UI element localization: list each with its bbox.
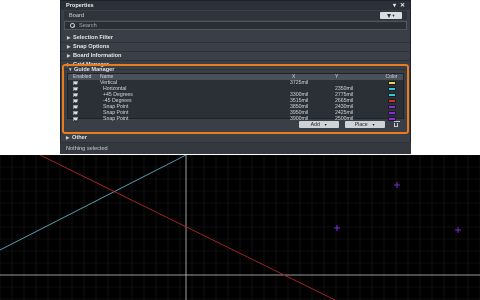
chevron-down-icon: ▼ <box>371 122 376 127</box>
enabled-cell <box>68 99 100 103</box>
color-cell <box>380 105 403 109</box>
column-header-enabled[interactable]: Enabled <box>68 74 100 80</box>
panel-title-bar: Properties ▾ ✕ <box>61 1 410 10</box>
guide-table: Enabled Name X Y Color Vertical 3725mil Ho… <box>67 73 404 122</box>
guide-manager-section: ▼ Guide Manager Enabled Name X Y Color V… <box>62 64 409 134</box>
section-board-information[interactable]: ▶ Board Information <box>61 52 410 61</box>
place-label: Place <box>354 121 368 128</box>
chevron-down-icon: ▼ <box>323 122 328 127</box>
column-header-color[interactable]: Color <box>380 74 403 80</box>
color-swatch[interactable] <box>387 93 396 97</box>
place-button[interactable]: Place ▼ <box>345 121 385 128</box>
enabled-checkbox[interactable] <box>73 93 78 97</box>
color-swatch[interactable] <box>387 99 396 103</box>
enabled-checkbox[interactable] <box>73 81 78 85</box>
guide-manager-header[interactable]: ▼ Guide Manager <box>64 66 407 73</box>
guide-y[interactable]: 2500mil <box>335 116 380 122</box>
guide-x[interactable]: 3900mil <box>290 116 335 122</box>
enabled-cell <box>68 117 100 121</box>
add-button[interactable]: Add ▼ <box>299 121 339 128</box>
color-swatch[interactable] <box>387 105 396 109</box>
funnel-icon <box>386 13 391 18</box>
search-icon <box>70 23 75 28</box>
guide-x[interactable]: 3725mil <box>290 80 335 86</box>
section-label: Guide Manager <box>74 66 115 73</box>
color-swatch[interactable] <box>387 81 396 85</box>
enabled-checkbox[interactable] <box>73 105 78 109</box>
section-selection-filter[interactable]: ▶ Selection Filter <box>61 34 410 43</box>
panel-title: Properties <box>66 2 94 9</box>
enabled-cell <box>68 111 100 115</box>
table-row[interactable]: Snap Point 3900mil 2500mil <box>68 116 403 122</box>
status-text: Nothing selected <box>66 145 108 152</box>
section-label: Board Information <box>73 53 122 59</box>
enabled-cell <box>68 81 100 85</box>
panel-close-icon[interactable]: ✕ <box>400 2 405 9</box>
panel-controls: ▾ ✕ <box>393 2 405 9</box>
column-header-y[interactable]: Y <box>335 74 380 80</box>
enabled-checkbox[interactable] <box>73 87 78 91</box>
chevron-down-icon: ▼ <box>391 13 396 18</box>
section-label: Selection Filter <box>73 35 114 41</box>
enabled-checkbox[interactable] <box>73 117 78 121</box>
enabled-cell <box>68 105 100 109</box>
search-placeholder: Search <box>79 22 97 29</box>
selection-status: Nothing selected <box>60 143 411 154</box>
color-cell <box>380 99 403 103</box>
color-swatch[interactable] <box>387 87 396 91</box>
color-swatch[interactable] <box>387 111 396 115</box>
section-label: Snap Options <box>73 44 110 50</box>
section-label: Other <box>72 135 87 141</box>
add-label: Add <box>310 121 320 128</box>
search-input[interactable]: Search <box>64 21 407 30</box>
section-snap-options[interactable]: ▶ Snap Options <box>61 43 410 52</box>
panel-menu-icon[interactable]: ▾ <box>393 2 396 9</box>
enabled-checkbox[interactable] <box>73 99 78 103</box>
guide-name: Snap Point <box>103 116 129 122</box>
table-body: Vertical 3725mil Horizontal 2350mil +45 Degr… <box>68 80 403 122</box>
filter-button[interactable]: ▼ <box>380 12 402 19</box>
document-type-label: Board <box>69 12 84 19</box>
delete-button[interactable] <box>391 121 401 128</box>
enabled-checkbox[interactable] <box>73 111 78 115</box>
document-type-row: Board ▼ <box>64 11 407 20</box>
enabled-cell <box>68 87 100 91</box>
trash-icon <box>393 121 400 127</box>
enabled-cell <box>68 93 100 97</box>
color-cell <box>380 111 403 115</box>
color-cell <box>380 81 403 85</box>
color-cell <box>380 117 403 121</box>
pcb-canvas[interactable] <box>0 155 480 300</box>
pcb-canvas-svg[interactable] <box>0 155 480 300</box>
section-other[interactable]: ▶ Other <box>60 134 411 143</box>
color-cell <box>380 87 403 91</box>
color-cell <box>380 93 403 97</box>
